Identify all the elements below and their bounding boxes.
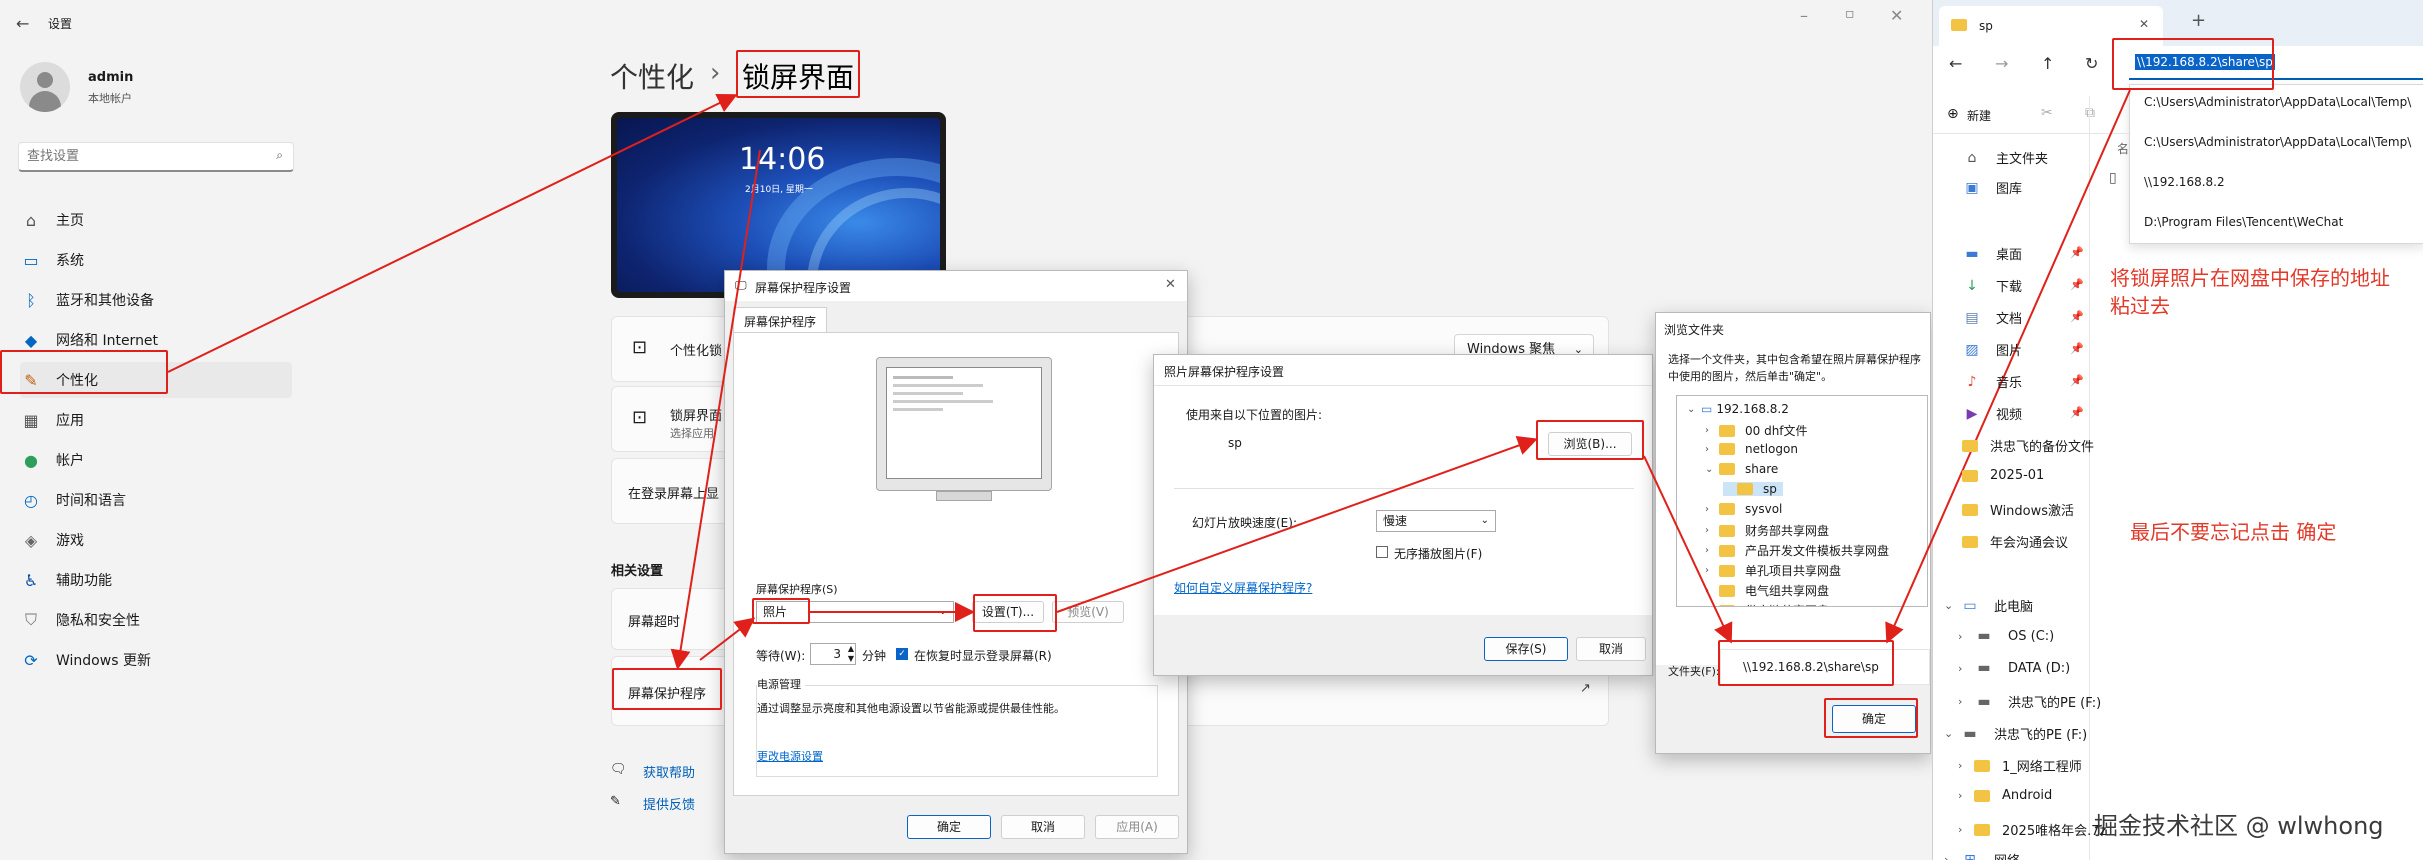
folder-icon bbox=[1974, 823, 1990, 836]
explorer-nav-label: 音乐 bbox=[1996, 376, 2023, 391]
explorer-nav-label: 桌面 bbox=[1996, 248, 2023, 263]
drive-icon: ▬ bbox=[1963, 725, 1977, 742]
folder-icon bbox=[1962, 439, 1978, 452]
expander-icon[interactable]: › bbox=[1958, 695, 1974, 708]
explorer-nav-label: DATA (D:) bbox=[2008, 660, 2071, 676]
explorer-nav-item[interactable]: ♪ 音乐 bbox=[1962, 372, 2023, 392]
pin-icon: 📌 bbox=[2070, 406, 2084, 419]
expander-icon[interactable]: › bbox=[1958, 630, 1974, 643]
explorer-nav-item[interactable]: Windows激活 bbox=[1962, 500, 2074, 519]
expander-icon[interactable]: › bbox=[1958, 789, 1974, 802]
explorer-nav-label: 洪忠飞的备份文件 bbox=[1990, 440, 2095, 455]
explorer-nav-label: Windows激活 bbox=[1990, 504, 2075, 519]
expander-icon[interactable]: › bbox=[1944, 853, 1960, 860]
desktop-icon: ▬ bbox=[1965, 245, 1979, 262]
explorer-nav-label: 此电脑 bbox=[1994, 600, 2034, 615]
expander-icon[interactable]: › bbox=[1958, 823, 1974, 836]
pin-icon: 📌 bbox=[2070, 246, 2084, 259]
explorer-nav-item[interactable]: › ⊞ 网络 bbox=[1944, 850, 2020, 860]
folder-icon bbox=[1974, 789, 1990, 802]
explorer-nav-item[interactable]: 洪忠飞的备份文件 bbox=[1962, 436, 2094, 455]
explorer-nav-label: 图库 bbox=[1996, 182, 2023, 197]
explorer-nav-item[interactable]: › 1_网络工程师 bbox=[1958, 756, 2082, 775]
explorer-nav-item[interactable]: ▬ 桌面 bbox=[1962, 244, 2023, 264]
drive-icon: ▬ bbox=[1977, 628, 1991, 644]
folder-icon bbox=[1962, 535, 1978, 548]
explorer-nav-item[interactable]: 2025-01 bbox=[1962, 468, 2044, 483]
confirm-note: 最后不要忘记点击 确定 bbox=[2130, 520, 2337, 544]
explorer-nav-item[interactable]: ⌄ ▬ 洪忠飞的PE (F:) bbox=[1944, 724, 2088, 744]
computer-icon: ▭ bbox=[1963, 597, 1977, 614]
explorer-nav-item[interactable]: ▶ 视频 bbox=[1962, 404, 2023, 424]
expander-icon[interactable]: ⌄ bbox=[1944, 599, 1960, 612]
pin-icon: 📌 bbox=[2070, 374, 2084, 387]
expander-icon[interactable]: › bbox=[1958, 759, 1974, 772]
home-icon: ⌂ bbox=[1967, 149, 1977, 166]
explorer-nav-item[interactable]: ▤ 文档 bbox=[1962, 308, 2023, 328]
drive-icon: ▬ bbox=[1977, 693, 1991, 710]
folder-icon bbox=[1962, 469, 1978, 482]
pin-icon: 📌 bbox=[2070, 342, 2084, 355]
explorer-nav-label: 洪忠飞的PE (F:) bbox=[1994, 728, 2088, 743]
explorer-nav-label: 图片 bbox=[1996, 344, 2023, 359]
explorer-nav-item[interactable]: › ▬ DATA (D:) bbox=[1958, 660, 2070, 676]
network-icon: ⊞ bbox=[1964, 851, 1976, 860]
explorer-nav-item[interactable]: ⌂ 主文件夹 bbox=[1962, 148, 2049, 168]
explorer-nav-label: 下载 bbox=[1996, 280, 2023, 295]
video-icon: ▶ bbox=[1966, 405, 1978, 422]
explorer-nav-item[interactable]: › ▬ OS (C:) bbox=[1958, 628, 2054, 644]
arrow-settings-to-browse bbox=[1056, 436, 1538, 613]
explorer-nav-item[interactable]: ▣ 图库 bbox=[1962, 178, 2023, 198]
folder-icon bbox=[1962, 503, 1978, 516]
arrow-screensaver-to-select bbox=[699, 617, 756, 661]
explorer-nav-item[interactable]: › 2025唯格年会.7z bbox=[1958, 820, 2106, 839]
explorer-nav-item[interactable]: › ▬ 洪忠飞的PE (F:) bbox=[1958, 692, 2102, 712]
gallery-icon: ▣ bbox=[1965, 179, 1979, 196]
explorer-nav-item[interactable]: ↓ 下载 bbox=[1962, 276, 2023, 296]
expander-icon[interactable]: ⌄ bbox=[1944, 727, 1960, 740]
explorer-nav-label: 1_网络工程师 bbox=[2002, 760, 2082, 775]
music-icon: ♪ bbox=[1967, 373, 1977, 390]
arrow-title-to-screensaver bbox=[670, 149, 761, 670]
explorer-nav-label: 年会沟通会议 bbox=[1990, 536, 2069, 551]
picture-icon: ▨ bbox=[1965, 341, 1979, 358]
explorer-nav-label: 主文件夹 bbox=[1996, 152, 2049, 167]
folder-icon bbox=[1974, 759, 1990, 772]
pin-icon: 📌 bbox=[2070, 278, 2084, 291]
arrow-address-to-path bbox=[1885, 89, 2131, 644]
arrow-browse-to-folder bbox=[1643, 455, 1733, 644]
arrow-nav-to-title bbox=[167, 94, 738, 373]
drive-icon: ▬ bbox=[1977, 660, 1991, 676]
explorer-nav-label: 洪忠飞的PE (F:) bbox=[2008, 696, 2102, 711]
explorer-nav-label: 2025-01 bbox=[1990, 468, 2045, 483]
document-icon: ▤ bbox=[1965, 309, 1979, 326]
explorer-nav-label: 视频 bbox=[1996, 408, 2023, 423]
explorer-nav-label: 文档 bbox=[1996, 312, 2023, 327]
explorer-nav-label: 2025唯格年会.7z bbox=[2002, 824, 2107, 839]
explorer-nav-label: Android bbox=[2002, 788, 2053, 803]
explorer-nav-item[interactable]: › Android bbox=[1958, 788, 2052, 803]
expander-icon[interactable]: › bbox=[1958, 662, 1974, 675]
explorer-nav-label: OS (C:) bbox=[2008, 628, 2055, 644]
explorer-nav-label: 网络 bbox=[1994, 850, 2020, 860]
paste-note-line1: 将锁屏照片在网盘中保存的地址 bbox=[2110, 266, 2390, 290]
watermark: 掘金技术社区 @ wlwhong bbox=[2094, 812, 2384, 840]
explorer-nav-item[interactable]: ⌄ ▭ 此电脑 bbox=[1944, 596, 2034, 616]
pin-icon: 📌 bbox=[2070, 310, 2084, 323]
paste-note-line2: 粘过去 bbox=[2110, 294, 2170, 318]
download-icon: ↓ bbox=[1966, 277, 1978, 294]
explorer-nav-item[interactable]: ▨ 图片 bbox=[1962, 340, 2023, 360]
explorer-nav-item[interactable]: 年会沟通会议 bbox=[1962, 532, 2068, 551]
